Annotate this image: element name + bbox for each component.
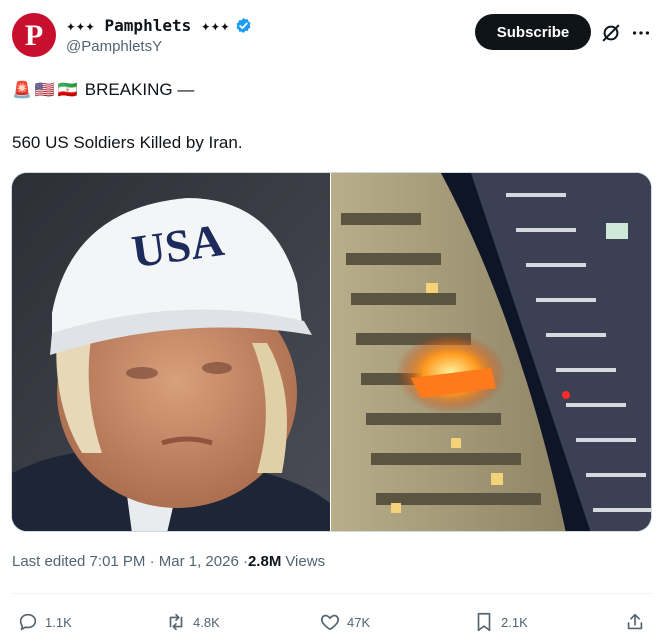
avatar-letter: P [24,18,44,52]
like-count: 47K [347,614,371,630]
more-options-icon[interactable] [630,22,652,44]
verified-badge-icon [236,17,251,33]
reply-count: 1.1K [45,614,72,630]
share-button[interactable] [624,610,652,634]
tweet-meta: Last edited 7:01 PM · Mar 1, 2026 · 2.8M… [12,553,325,570]
media-image-man-with-cap[interactable]: USA [12,173,330,531]
repost-count: 4.8K [193,614,220,630]
breaking-label: BREAKING — [84,80,195,99]
bookmark-count: 2.1K [501,614,528,630]
bookmark-icon [477,612,491,632]
media-image-building-fire[interactable] [331,173,651,531]
siren-emoji-icon: 🚨 [12,82,32,99]
share-icon [627,613,643,630]
author-display-name[interactable]: ✦✦✦ Pamphlets ✦✦✦ [66,16,230,35]
grok-icon[interactable] [600,22,622,44]
author-handle[interactable]: @PamphletsY [66,38,162,55]
tweet-body-text: 560 US Soldiers Killed by Iran. [12,133,243,152]
author-name-row: ✦✦✦ Pamphlets ✦✦✦ [66,14,253,36]
like-button[interactable]: 47K [319,610,370,634]
repost-icon [169,613,183,631]
tweet-media-grid[interactable]: USA [11,172,652,532]
views-count: 2.8M [247,553,282,570]
photo-building-fire-icon [331,173,651,531]
repost-button[interactable]: 4.8K [165,610,220,634]
actions-divider [12,593,652,594]
heart-icon [320,614,340,631]
reply-icon [19,613,37,631]
iran-flag-emoji-icon: 🇮🇷 [57,82,78,99]
reply-button[interactable]: 1.1K [17,610,72,634]
breaking-line: 🚨 🇺🇸 🇮🇷 BREAKING — [12,78,194,102]
us-flag-emoji-icon: 🇺🇸 [34,82,55,99]
bookmark-button[interactable]: 2.1K [473,610,528,634]
edited-timestamp[interactable]: Last edited 7:01 PM · Mar 1, 2026 · [12,553,248,570]
author-avatar[interactable]: P [12,13,56,57]
subscribe-button[interactable]: Subscribe [475,14,591,50]
views-label: Views [285,553,326,570]
photo-man-usa-cap-icon: USA [12,173,330,531]
